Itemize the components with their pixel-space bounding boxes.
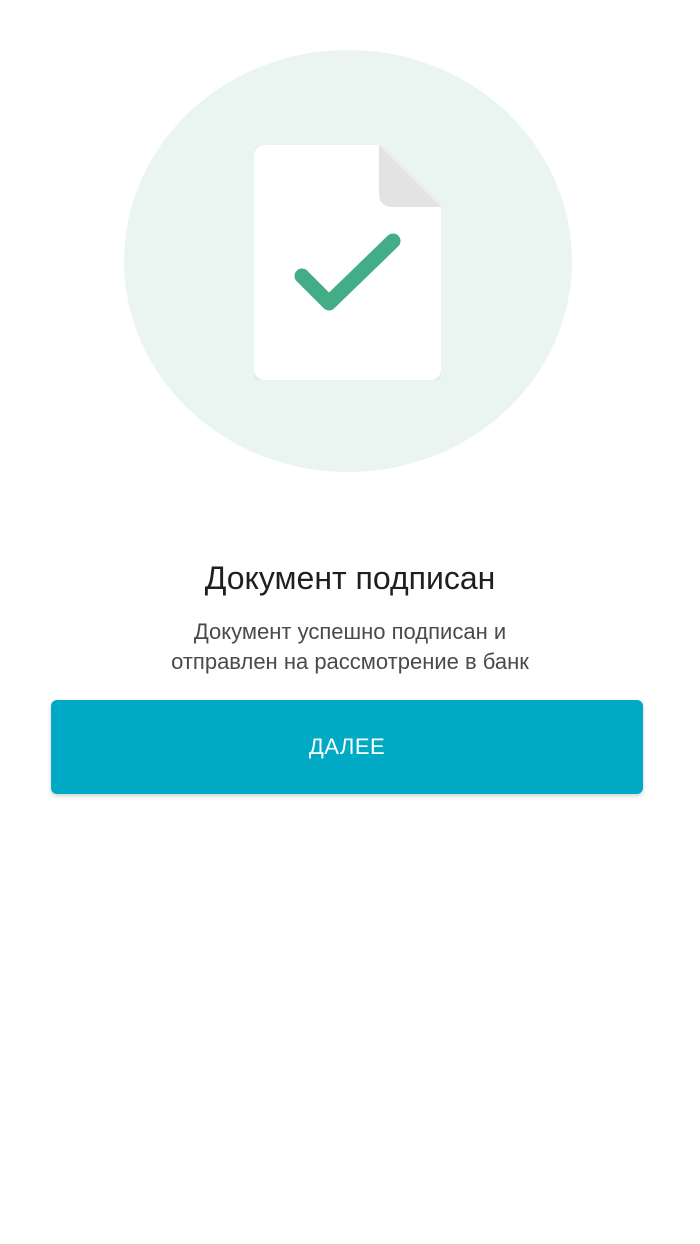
success-message: Документ успешно подписан и отправлен на… [100,617,600,677]
next-button[interactable]: ДАЛЕЕ [51,700,643,794]
document-check-icon [254,145,441,380]
page-title: Документ подписан [204,560,496,596]
success-message-line-1: Документ успешно подписан и [193,619,507,644]
success-message-line-2: отправлен на рассмотрение в банк [171,649,529,674]
success-screen: Документ подписан Документ успешно подпи… [0,0,700,1244]
success-illustration [124,50,572,472]
